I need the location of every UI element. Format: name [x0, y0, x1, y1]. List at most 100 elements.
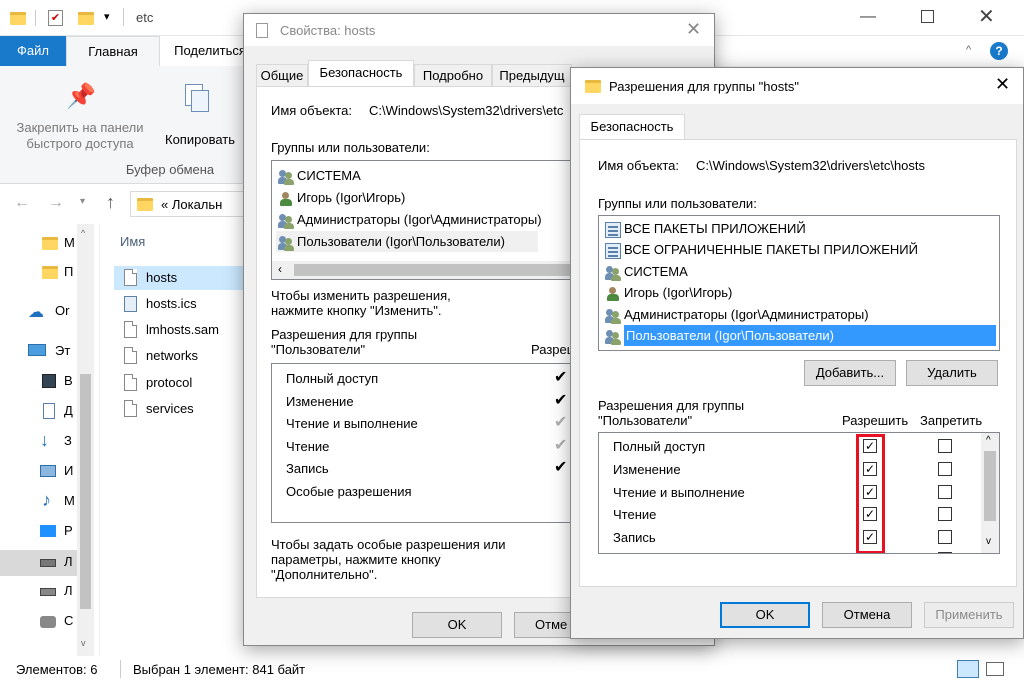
recent-dropdown-icon[interactable]: ▾	[80, 196, 85, 207]
close-icon[interactable]: ✕	[686, 19, 701, 40]
group-item[interactable]: ВСЕ ПАКЕТЫ ПРИЛОЖЕНИЙ	[605, 218, 806, 239]
nav-scrollbar[interactable]: ^ v	[77, 224, 94, 656]
scroll-left-icon[interactable]: ‹	[278, 262, 282, 276]
tiles-view-icon[interactable]	[986, 662, 1004, 676]
maximize-icon[interactable]	[921, 10, 934, 23]
nav-item[interactable]: Р	[0, 520, 76, 544]
tab-file[interactable]: Файл	[0, 36, 66, 66]
nav-item[interactable]: Д	[0, 400, 76, 424]
dialog-title: Свойства: hosts	[280, 23, 376, 38]
file-row[interactable]: protocol	[114, 371, 250, 395]
details-view-icon[interactable]	[957, 660, 979, 678]
permission-full-control: Полный доступ	[613, 439, 706, 454]
collapse-ribbon-icon[interactable]: ^	[966, 44, 971, 56]
drive-icon	[40, 559, 56, 567]
folder-icon	[585, 80, 601, 93]
group-item[interactable]: Игорь (Igor\Игорь)	[278, 187, 405, 208]
tab-details[interactable]: Подробно	[414, 64, 492, 86]
nav-item[interactable]: С	[0, 610, 76, 634]
close-icon[interactable]: ✕	[995, 74, 1010, 95]
tab-home[interactable]: Главная	[66, 36, 160, 66]
remove-button[interactable]: Удалить	[906, 360, 998, 386]
groups-list[interactable]: ВСЕ ПАКЕТЫ ПРИЛОЖЕНИЙ ВСЕ ОГРАНИЧЕННЫЕ П…	[598, 215, 1000, 351]
group-item-selected[interactable]: Пользователи (Igor\Пользователи)	[605, 325, 997, 346]
perm-header-1: Разрешения для группы	[271, 327, 418, 342]
ok-button[interactable]: OK	[720, 602, 810, 628]
add-button[interactable]: Добавить...	[804, 360, 896, 386]
ok-button[interactable]: OK	[412, 612, 502, 638]
scroll-down-icon[interactable]: v	[986, 536, 991, 547]
scroll-up-icon[interactable]: ^	[986, 435, 991, 446]
scroll-thumb[interactable]	[294, 264, 574, 276]
folder-icon	[42, 237, 58, 250]
tab-general[interactable]: Общие	[256, 64, 308, 86]
nav-item[interactable]: П	[0, 261, 76, 285]
customize-qat-icon[interactable]: ▾	[104, 10, 110, 23]
pin-button[interactable]: 📌 Закрепить на панели быстрого доступа	[0, 78, 160, 158]
address-input[interactable]: « Локальн	[130, 191, 250, 217]
scroll-thumb[interactable]	[984, 451, 996, 521]
deny-modify-checkbox[interactable]	[938, 462, 952, 476]
dialog-title: Разрешения для группы "hosts"	[609, 79, 799, 94]
file-name: hosts	[146, 270, 178, 285]
nav-item[interactable]: И	[0, 460, 76, 484]
nav-item-onedrive[interactable]: ☁ Or	[0, 300, 76, 324]
nav-item[interactable]: ♪ М	[0, 490, 76, 514]
new-folder-icon[interactable]	[78, 12, 94, 25]
tab-security[interactable]: Безопасность	[308, 60, 414, 86]
deny-read-execute-checkbox[interactable]	[938, 485, 952, 499]
deny-full-control-checkbox[interactable]	[938, 439, 952, 453]
file-row[interactable]: hosts.ics	[114, 292, 250, 316]
group-item-selected[interactable]: Пользователи (Igor\Пользователи)	[276, 231, 538, 252]
column-header-name[interactable]: Имя	[120, 234, 145, 249]
deny-read-checkbox[interactable]	[938, 507, 952, 521]
file-name: networks	[146, 348, 199, 363]
nav-item[interactable]: ↓ З	[0, 430, 76, 454]
back-icon[interactable]: ←	[14, 194, 30, 212]
groups-label: Группы или пользователи:	[598, 196, 757, 211]
deny-next-checkbox[interactable]	[938, 552, 952, 553]
permission-read-execute: Чтение и выполнение	[613, 485, 745, 500]
perm-header-2: "Пользователи"	[598, 413, 693, 428]
scroll-down-icon[interactable]: v	[81, 638, 86, 648]
nav-item[interactable]: Л	[0, 580, 76, 604]
file-icon	[256, 23, 268, 38]
group-item[interactable]: Администраторы (Igor\Администраторы)	[605, 304, 869, 325]
nav-item[interactable]: В	[0, 370, 76, 394]
object-name-value: C:\Windows\System32\drivers\etc\hosts	[696, 158, 926, 173]
group-icon	[278, 213, 294, 229]
cancel-button[interactable]: Отмена	[822, 602, 912, 628]
help-icon[interactable]: ?	[990, 42, 1008, 60]
file-row[interactable]: networks	[114, 344, 250, 368]
copy-button[interactable]: Копировать	[155, 78, 245, 158]
selection-info: Выбран 1 элемент: 841 байт	[133, 662, 306, 677]
group-item[interactable]: ВСЕ ОГРАНИЧЕННЫЕ ПАКЕТЫ ПРИЛОЖЕНИЙ	[605, 239, 918, 260]
permission-write: Запись	[286, 461, 329, 476]
permissions-scrollbar[interactable]: ^ v	[981, 433, 999, 553]
app-package-icon	[605, 221, 621, 238]
apply-button[interactable]: Применить	[924, 602, 1014, 628]
forward-icon[interactable]: →	[48, 194, 64, 212]
folder-icon	[10, 12, 26, 25]
file-row-selected[interactable]: hosts	[114, 266, 250, 290]
properties-icon[interactable]: ✔	[48, 10, 63, 26]
desktop-icon	[40, 525, 56, 537]
scroll-thumb[interactable]	[80, 374, 91, 609]
up-icon[interactable]: ↑	[106, 192, 115, 213]
scroll-up-icon[interactable]: ^	[81, 228, 85, 238]
group-item[interactable]: СИСТЕМА	[278, 165, 361, 186]
minimize-icon[interactable]: —	[860, 8, 876, 26]
permission-full-control: Полный доступ	[286, 371, 379, 386]
group-item[interactable]: СИСТЕМА	[605, 261, 688, 282]
deny-write-checkbox[interactable]	[938, 530, 952, 544]
file-row[interactable]: lmhosts.sam	[114, 318, 250, 342]
window-title: etc	[136, 10, 154, 25]
group-item[interactable]: Игорь (Igor\Игорь)	[605, 282, 732, 303]
nav-item-this-pc[interactable]: Эт	[0, 340, 76, 364]
nav-item[interactable]: М	[0, 232, 76, 256]
tab-previous[interactable]: Предыдущ	[492, 64, 572, 86]
tab-security[interactable]: Безопасность	[579, 114, 685, 140]
close-icon[interactable]: ✕	[978, 4, 995, 29]
group-item[interactable]: Администраторы (Igor\Администраторы)	[278, 209, 542, 230]
file-row[interactable]: services	[114, 397, 250, 421]
